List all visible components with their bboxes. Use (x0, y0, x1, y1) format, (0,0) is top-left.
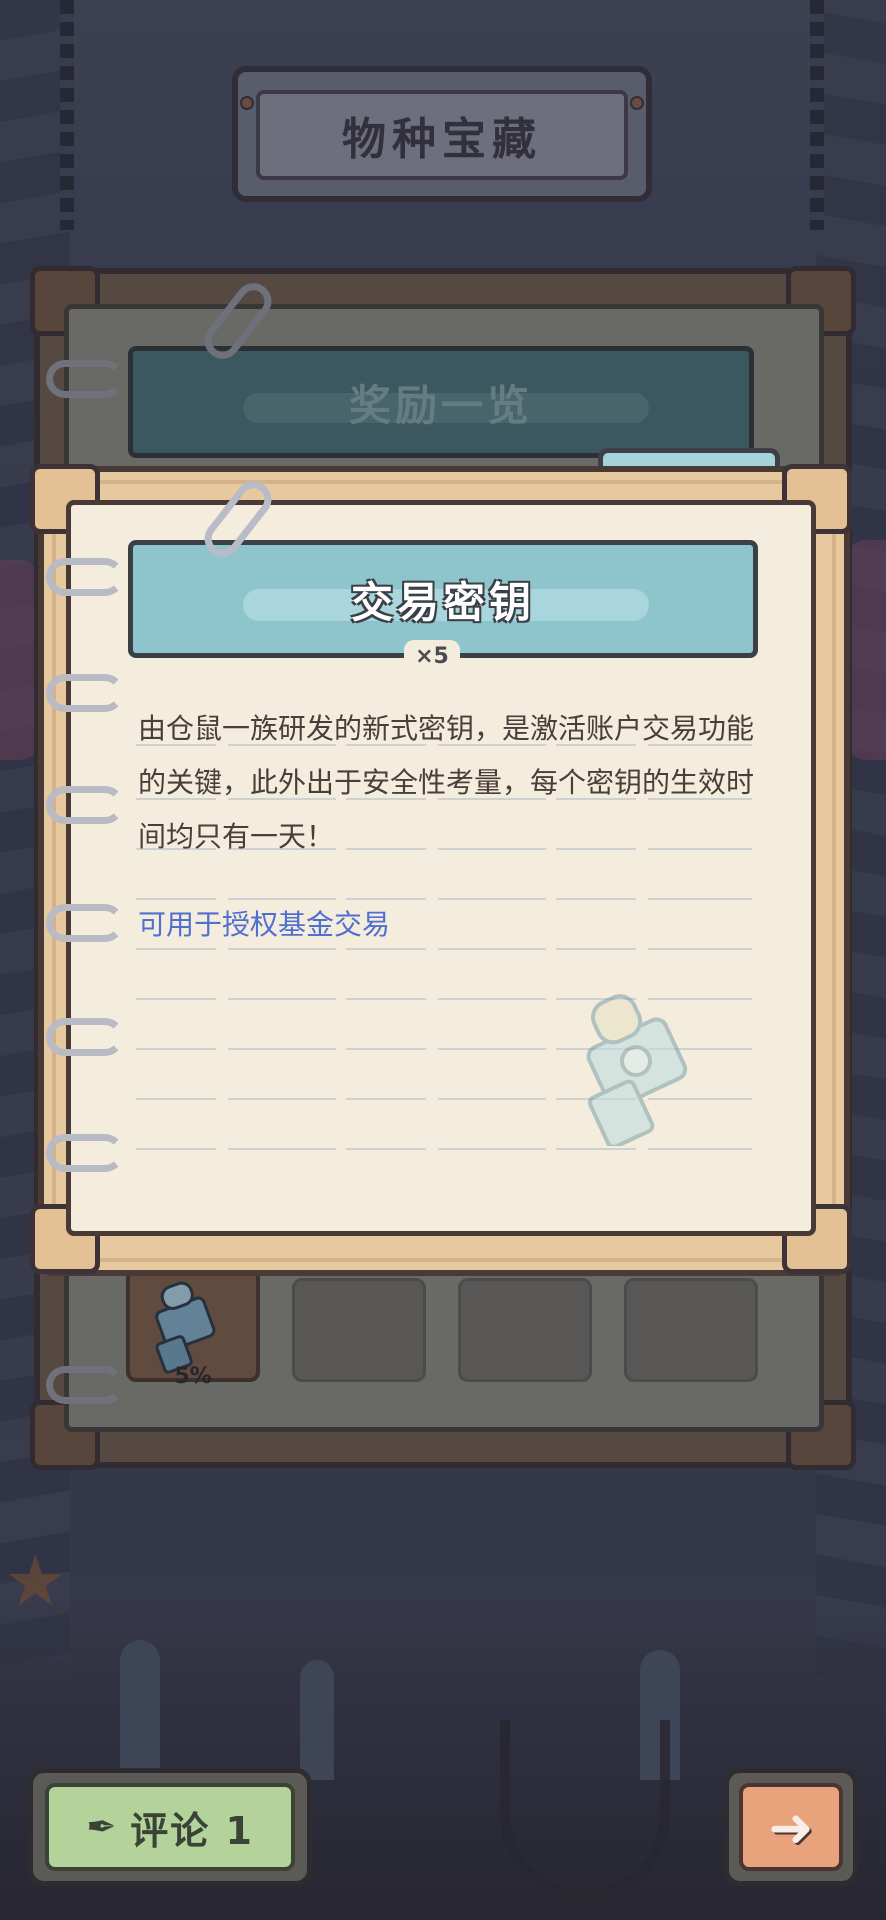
binder-ring (46, 558, 124, 596)
item-description: 由仓鼠一族研发的新式密钥，是激活账户交易功能的关键，此外出于安全性考量，每个密钥… (138, 712, 755, 853)
binder-ring (46, 1018, 124, 1056)
binder-ring (46, 1134, 124, 1172)
binder-ring (46, 674, 124, 712)
ruled-line (136, 1148, 752, 1150)
next-button[interactable]: ➜ (724, 1768, 858, 1886)
arrow-right-icon: ➜ (768, 1795, 814, 1859)
comment-button[interactable]: ✒ 评论 1 (28, 1768, 312, 1886)
comment-button-label: 评论 1 (130, 1808, 254, 1853)
item-usage: 可用于授权基金交易 (138, 908, 391, 941)
binder-ring (46, 904, 124, 942)
item-name: 交易密钥 (350, 577, 535, 627)
item-quantity: ×5 (404, 640, 460, 672)
binder-ring (46, 786, 124, 824)
trade-key-icon (586, 994, 688, 1146)
quill-inkpot-icon: ✒ (86, 1806, 117, 1848)
